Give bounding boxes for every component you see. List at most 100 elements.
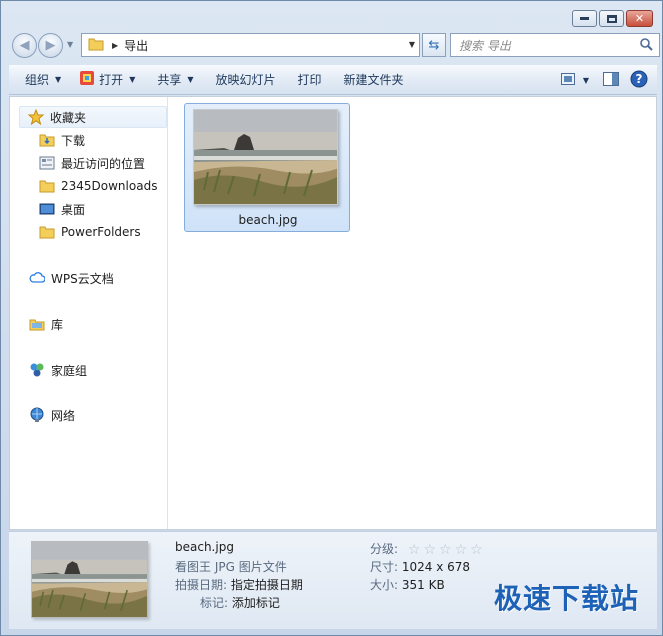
- address-dropdown-icon[interactable]: ▼: [409, 40, 415, 49]
- recent-pages-dropdown[interactable]: ▼: [67, 40, 73, 49]
- sidebar-item-downloads[interactable]: 下载: [39, 129, 85, 151]
- size-label: 大小:: [370, 578, 399, 592]
- date-label: 拍摄日期:: [175, 578, 228, 592]
- star-icon[interactable]: ☆: [455, 542, 468, 558]
- minimize-icon: [580, 17, 589, 20]
- sidebar-item-desktop[interactable]: 桌面: [39, 198, 85, 220]
- folder-icon: [88, 37, 104, 54]
- sidebar-item-recent-places[interactable]: 最近访问的位置: [39, 152, 145, 174]
- sidebar-item-label: 最近访问的位置: [61, 156, 146, 171]
- new-folder-label: 新建文件夹: [343, 73, 404, 87]
- organize-button[interactable]: 组织 ▼: [9, 68, 70, 92]
- details-dimensions-row: 尺寸: 1024 x 678: [370, 558, 470, 575]
- recent-places-icon: [39, 155, 55, 171]
- search-icon[interactable]: [639, 37, 653, 54]
- share-button[interactable]: 共享 ▼: [148, 68, 202, 92]
- command-bar: 组织 ▼ 打开 ▼ 共享 ▼ 放映幻灯片 打印 新建文件夹 ▼ ?: [9, 65, 657, 95]
- open-button[interactable]: 打开 ▼: [70, 68, 144, 92]
- sidebar-item-label: 收藏夹: [50, 110, 87, 125]
- maximize-button[interactable]: [599, 10, 624, 27]
- sidebar-item-libraries[interactable]: 库: [29, 313, 63, 335]
- back-button[interactable]: ◀: [12, 33, 37, 58]
- close-button[interactable]: ✕: [626, 10, 653, 27]
- breadcrumb-current[interactable]: 导出: [124, 37, 148, 54]
- network-icon: [29, 407, 45, 423]
- details-tags-row: 标记: 添加标记: [200, 594, 280, 611]
- sidebar-item-label: 下载: [61, 133, 86, 148]
- sidebar-item-wps-cloud[interactable]: WPS云文档: [29, 267, 114, 289]
- sidebar-item-favorites[interactable]: 收藏夹: [19, 106, 167, 128]
- homegroup-icon: [29, 362, 45, 378]
- sidebar-item-label: 家庭组: [51, 363, 88, 378]
- chevron-down-icon: ▼: [582, 75, 590, 85]
- view-controls: ▼ ?: [551, 68, 651, 92]
- help-icon: ?: [630, 70, 648, 91]
- star-icon: [28, 109, 44, 125]
- details-filetype: 看图王 JPG 图片文件: [175, 560, 287, 574]
- beach-thumbnail: [193, 109, 338, 205]
- dimensions-value: 1024 x 678: [401, 560, 471, 574]
- sidebar-item-label: 网络: [51, 408, 76, 423]
- cloud-icon: [29, 270, 45, 286]
- details-thumbnail: [31, 541, 148, 618]
- new-folder-button[interactable]: 新建文件夹: [335, 68, 413, 92]
- search-input[interactable]: 搜索 导出: [450, 33, 660, 57]
- slideshow-button[interactable]: 放映幻灯片: [207, 68, 285, 92]
- share-label: 共享: [157, 73, 182, 87]
- downloads-folder-icon: [39, 132, 55, 148]
- details-filename: beach.jpg: [175, 540, 234, 554]
- slideshow-label: 放映幻灯片: [215, 73, 276, 87]
- desktop-icon: [39, 201, 55, 217]
- help-button[interactable]: ?: [627, 68, 651, 92]
- organize-label: 组织: [25, 73, 50, 87]
- svg-text:?: ?: [636, 72, 643, 86]
- navigation-bar: ◀ ▶ ▼ ▶ 导出 ▼ ⇆ 搜索 导出: [9, 31, 660, 59]
- refresh-icon: ⇆: [428, 37, 440, 53]
- star-icon[interactable]: ☆: [470, 542, 483, 558]
- change-view-button[interactable]: ▼: [555, 68, 595, 92]
- preview-pane-button[interactable]: [599, 68, 623, 92]
- address-bar[interactable]: ▶ 导出 ▼: [81, 33, 420, 57]
- star-icon[interactable]: ☆: [423, 542, 436, 558]
- maximize-icon: [606, 14, 617, 23]
- preview-pane-icon: [603, 71, 619, 89]
- rating-label: 分级:: [370, 542, 399, 556]
- chevron-down-icon: ▼: [55, 75, 62, 84]
- sidebar-item-label: 库: [51, 317, 64, 332]
- folder-icon: [39, 178, 55, 194]
- breadcrumb-separator-icon[interactable]: ▶: [112, 41, 118, 50]
- open-label: 打开: [99, 73, 124, 87]
- sidebar-item-network[interactable]: 网络: [29, 404, 75, 426]
- tags-value[interactable]: 添加标记: [232, 596, 280, 610]
- details-date-row: 拍摄日期: 指定拍摄日期: [175, 576, 303, 593]
- date-value[interactable]: 指定拍摄日期: [231, 578, 303, 592]
- rating-stars[interactable]: ☆ ☆ ☆ ☆ ☆: [408, 542, 483, 558]
- sidebar-item-homegroup[interactable]: 家庭组: [29, 359, 87, 381]
- star-icon[interactable]: ☆: [408, 542, 421, 558]
- sidebar-item-label: 桌面: [61, 202, 86, 217]
- sidebar-item-label: PowerFolders: [61, 225, 141, 239]
- chevron-down-icon: ▼: [129, 75, 136, 84]
- library-icon: [29, 316, 45, 332]
- window-controls: ✕: [570, 10, 653, 27]
- image-viewer-icon: [79, 70, 95, 89]
- sidebar-item-2345downloads[interactable]: 2345Downloads: [39, 175, 157, 197]
- minimize-button[interactable]: [572, 10, 597, 27]
- sidebar-item-label: 2345Downloads: [61, 179, 158, 193]
- main-pane: 收藏夹 下载 最近访问的位置 2345Downloads 桌面 PowerFol…: [9, 96, 657, 530]
- star-icon[interactable]: ☆: [439, 542, 452, 558]
- tags-label: 标记:: [200, 596, 229, 610]
- search-placeholder: 搜索 导出: [459, 38, 511, 53]
- refresh-button[interactable]: ⇆: [422, 33, 446, 57]
- file-item-beach[interactable]: beach.jpg: [184, 103, 350, 232]
- sidebar-item-powerfolders[interactable]: PowerFolders: [39, 221, 141, 243]
- arrow-right-icon: ▶: [45, 38, 56, 53]
- arrow-left-icon: ◀: [19, 38, 30, 53]
- watermark: 极速下载站: [493, 582, 639, 615]
- details-pane: beach.jpg 看图王 JPG 图片文件 拍摄日期: 指定拍摄日期 标记: …: [9, 531, 657, 629]
- print-button[interactable]: 打印: [289, 68, 331, 92]
- dimensions-label: 尺寸:: [370, 560, 399, 574]
- forward-button[interactable]: ▶: [38, 33, 63, 58]
- view-icon: [560, 72, 575, 88]
- details-rating-row: 分级: ☆ ☆ ☆ ☆ ☆: [370, 540, 483, 558]
